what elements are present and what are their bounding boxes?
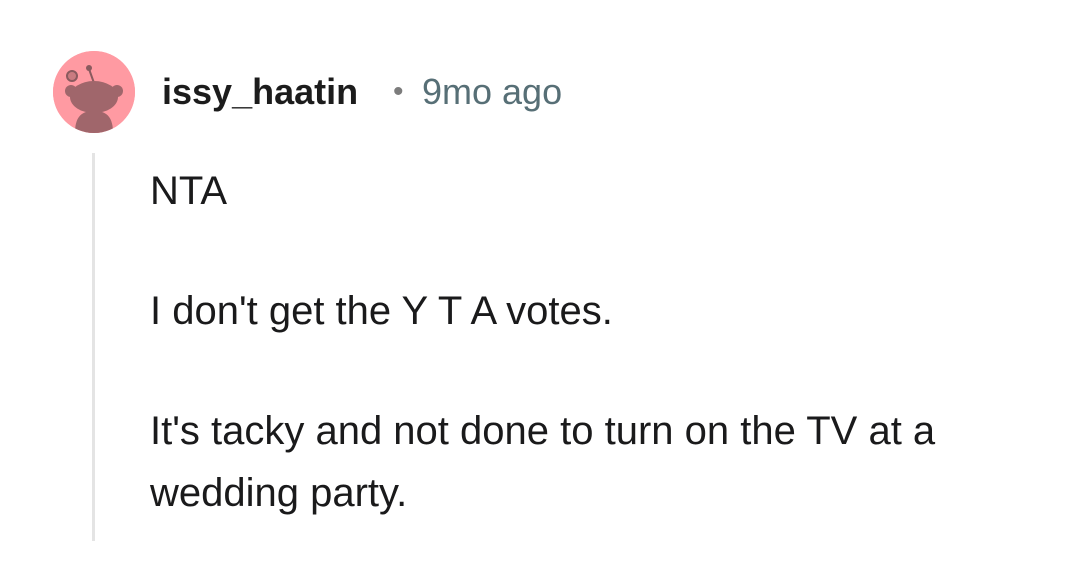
comment-body: NTA I don't get the Y T A votes. It's ta… xyxy=(150,160,1050,582)
comment-paragraph: NTA xyxy=(150,169,228,213)
avatar[interactable] xyxy=(53,51,135,133)
comment-timestamp[interactable]: 9mo ago xyxy=(422,70,562,114)
separator-dot: • xyxy=(393,75,404,108)
author-username[interactable]: issy_haatin xyxy=(162,70,358,114)
comment: issy_haatin • 9mo ago NTA I don't get th… xyxy=(0,0,1080,541)
comment-paragraph: I don't get the Y T A votes. xyxy=(150,289,613,333)
snoo-avatar-icon xyxy=(53,51,135,133)
thread-line[interactable] xyxy=(92,153,95,541)
comment-paragraph: It's tacky and not done to turn on the T… xyxy=(150,409,936,515)
